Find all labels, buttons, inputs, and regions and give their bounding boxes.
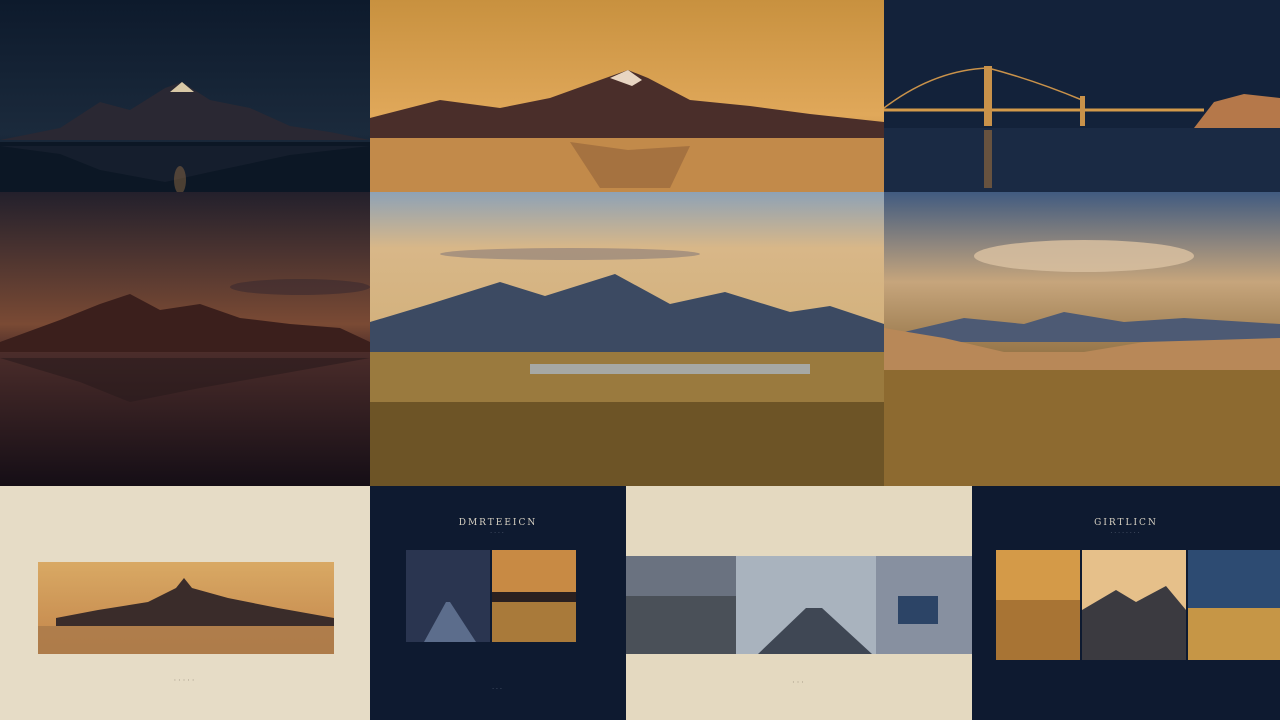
photo-golden-peak-lake[interactable] (370, 0, 884, 192)
golden-peak-image (370, 0, 884, 192)
bridge-image (884, 0, 1280, 192)
road-sunburst-image (406, 550, 576, 642)
panel-footer: ··· (492, 686, 504, 693)
grassland-mountains-image (370, 192, 884, 486)
photo-dusk-mountains-lake[interactable] (0, 0, 370, 192)
triptych-subtitle: ········ (1110, 530, 1142, 537)
strip-caption: ··· (792, 678, 806, 687)
panel-city-reflection[interactable]: ····· (0, 486, 370, 720)
sunset-reflection-image (0, 192, 370, 486)
photo-bridge-twilight[interactable] (884, 0, 1280, 192)
highway-strip-image (626, 556, 972, 654)
dunes-image (884, 192, 1280, 486)
panel-title: DMRTEEICN (458, 518, 538, 528)
panel-dark-triptych[interactable]: GIRTLICN ········ (972, 486, 1280, 720)
dusk-mountains-image (0, 0, 370, 192)
panel-light-strip[interactable]: ··· (626, 486, 972, 720)
photo-sunset-reflection[interactable] (0, 192, 370, 486)
panel-subtitle: ···· (490, 530, 506, 537)
panel-dark-gallery[interactable]: DMRTEEICN ···· ··· (370, 486, 626, 720)
city-reflection-image (38, 562, 334, 654)
panel-caption: ····· (173, 676, 197, 685)
photo-mountain-grassland[interactable] (370, 192, 884, 486)
triptych-title: GIRTLICN (1094, 518, 1158, 528)
triptych-images (996, 550, 1280, 660)
photo-dunes-clouds[interactable] (884, 192, 1280, 486)
